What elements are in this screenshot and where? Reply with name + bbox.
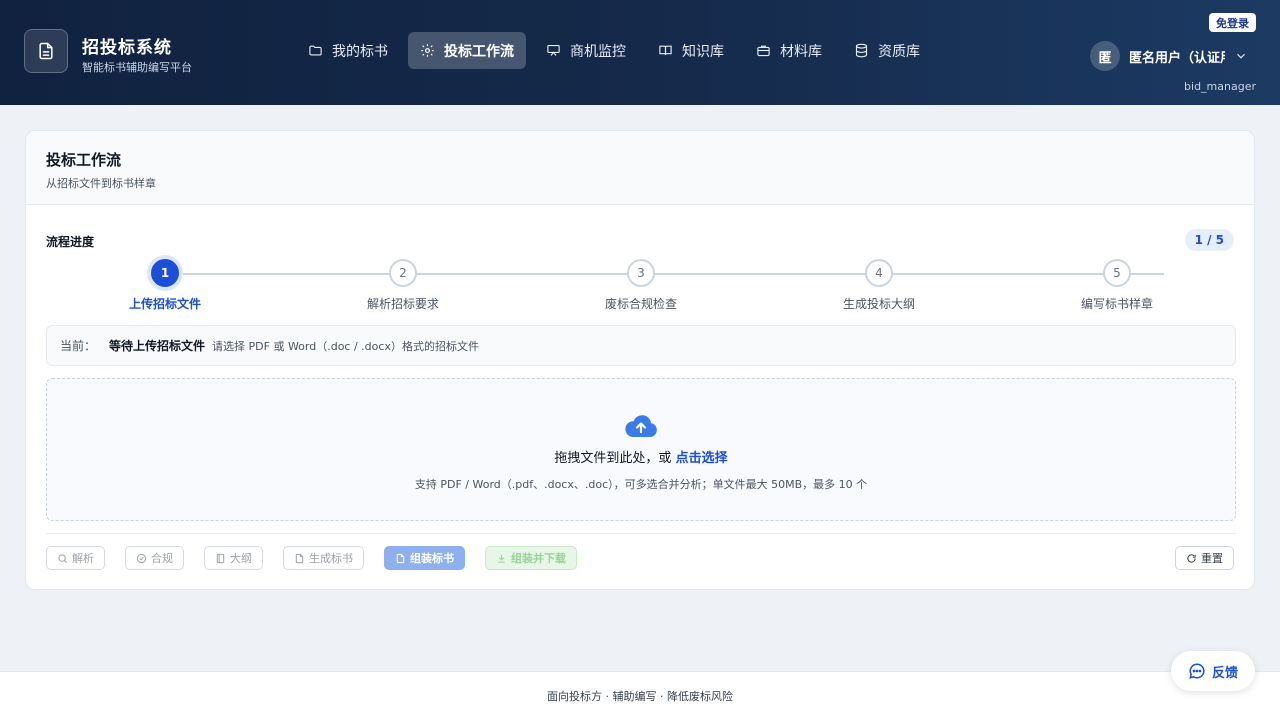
step-label: 上传招标文件 [128, 297, 201, 311]
workflow-card: 投标工作流 从招标文件到标书样章 流程进度 1 / 5 1 上传招标文件 2 解… [25, 130, 1255, 590]
presentation-icon [547, 44, 560, 56]
database-icon [855, 43, 868, 58]
compliance-button[interactable]: 合规 [125, 546, 184, 570]
nav-item-my-bids[interactable]: 我的标书 [296, 32, 400, 69]
step-number: 4 [865, 259, 893, 287]
button-label: 组装标书 [410, 552, 454, 565]
button-label: 解析 [72, 552, 94, 565]
button-label: 组装并下载 [511, 552, 566, 565]
current-status-bar: 当前： 等待上传招标文件 请选择 PDF 或 Word（.doc / .docx… [46, 325, 1236, 366]
footer-text: 面向投标方 · 辅助编写 · 降低废标风险 [547, 690, 733, 703]
step-label: 编写标书样章 [1080, 297, 1153, 311]
current-status: 等待上传招标文件 [109, 339, 206, 353]
check-circle-icon [136, 553, 147, 563]
nav-item-qualifications[interactable]: 资质库 [842, 32, 932, 69]
nav-label: 我的标书 [332, 43, 388, 60]
brand-logo[interactable] [24, 29, 68, 73]
page-title: 投标工作流 [46, 151, 122, 169]
dropzone-hint: 支持 PDF / Word（.pdf、.docx、.doc），可多选合并分析；单… [414, 478, 868, 491]
assemble-bid-button[interactable]: 组装标书 [384, 546, 465, 570]
step-number: 5 [1103, 259, 1131, 287]
main-nav: 我的标书 投标工作流 商机监控 知识库 材料库 资质库 [296, 32, 932, 69]
button-label: 重置 [1201, 552, 1223, 565]
file-dropzone[interactable]: 拖拽文件到此处，或 点击选择 支持 PDF / Word（.pdf、.docx、… [46, 378, 1236, 521]
nav-label: 知识库 [682, 43, 724, 60]
step-number: 3 [627, 259, 655, 287]
generate-bid-button[interactable]: 生成标书 [283, 546, 364, 570]
avatar: 匿 [1090, 41, 1120, 71]
current-prefix: 当前： [60, 339, 97, 353]
chat-icon [1189, 663, 1205, 679]
feedback-button[interactable]: 反馈 [1171, 651, 1255, 691]
card-header: 投标工作流 从招标文件到标书样章 [26, 131, 1254, 205]
actions-divider [46, 533, 1236, 534]
chevron-down-icon[interactable] [1234, 49, 1248, 63]
step-write-sample[interactable]: 5 编写标书样章 [1047, 259, 1187, 312]
nav-label: 资质库 [878, 43, 920, 60]
book-icon [659, 45, 672, 55]
progress-label: 流程进度 [46, 235, 95, 249]
action-toolbar: 解析 合规 大纲 生成标书 组装标书 组装并下载 [46, 546, 577, 570]
dropzone-main-text: 拖拽文件到此处，或 点击选择 [47, 447, 1235, 466]
search-icon [58, 553, 67, 563]
outline-button[interactable]: 大纲 [204, 546, 263, 570]
document-icon [295, 553, 304, 563]
top-header: 招投标系统 智能标书辅助编写平台 我的标书 投标工作流 商机监控 知识库 材料库… [0, 0, 1280, 105]
user-role: bid_manager [1184, 80, 1256, 93]
refresh-icon [1187, 553, 1196, 563]
step-outline[interactable]: 4 生成投标大纲 [809, 259, 949, 312]
select-file-link[interactable]: 点击选择 [676, 451, 728, 466]
current-description: 请选择 PDF 或 Word（.doc / .docx）格式的招标文件 [212, 339, 479, 353]
user-name: 匿名用户（认证用户） [1129, 50, 1225, 66]
page-subtitle: 从招标文件到标书样章 [46, 177, 156, 190]
nav-item-knowledge-base[interactable]: 知识库 [646, 32, 736, 69]
assemble-download-button[interactable]: 组装并下载 [485, 546, 577, 570]
step-number: 2 [389, 259, 417, 287]
folder-icon [309, 45, 322, 56]
step-upload[interactable]: 1 上传招标文件 [95, 259, 235, 312]
briefcase-icon [757, 45, 770, 57]
progress-count-badge: 1 / 5 [1184, 229, 1234, 251]
parse-button[interactable]: 解析 [46, 546, 105, 570]
button-label: 合规 [151, 552, 173, 565]
nav-label: 投标工作流 [444, 43, 514, 60]
nav-item-opportunity-monitor[interactable]: 商机监控 [534, 32, 638, 69]
workflow-stepper: 1 上传招标文件 2 解析招标要求 3 废标合规检查 4 生成投标大纲 5 编写… [46, 259, 1236, 315]
login-free-badge[interactable]: 免登录 [1209, 13, 1256, 32]
download-icon [498, 554, 505, 563]
button-label: 生成标书 [309, 552, 353, 565]
nav-label: 商机监控 [570, 43, 626, 60]
user-menu[interactable]: 匿 匿名用户（认证用户） [1090, 41, 1248, 71]
feedback-label: 反馈 [1211, 665, 1238, 681]
reset-button[interactable]: 重置 [1175, 546, 1234, 570]
step-label: 废标合规检查 [604, 297, 677, 311]
gear-icon [421, 44, 434, 57]
book-icon [216, 553, 225, 563]
nav-item-materials[interactable]: 材料库 [744, 32, 834, 69]
nav-item-bid-workflow[interactable]: 投标工作流 [408, 32, 526, 69]
step-label: 解析招标要求 [366, 297, 439, 311]
document-icon [39, 42, 53, 60]
step-number: 1 [151, 259, 179, 287]
step-parse[interactable]: 2 解析招标要求 [333, 259, 473, 312]
button-label: 大纲 [230, 552, 252, 565]
cloud-upload-icon [47, 413, 1235, 443]
step-label: 生成投标大纲 [842, 297, 915, 311]
brand-title: 招投标系统 [82, 38, 172, 58]
document-icon [396, 553, 405, 563]
dropzone-prompt: 拖拽文件到此处，或 [554, 451, 672, 466]
step-compliance[interactable]: 3 废标合规检查 [571, 259, 711, 312]
brand-subtitle: 智能标书辅助编写平台 [82, 61, 192, 74]
nav-label: 材料库 [780, 43, 822, 60]
page-footer: 面向投标方 · 辅助编写 · 降低废标风险 [0, 671, 1280, 720]
